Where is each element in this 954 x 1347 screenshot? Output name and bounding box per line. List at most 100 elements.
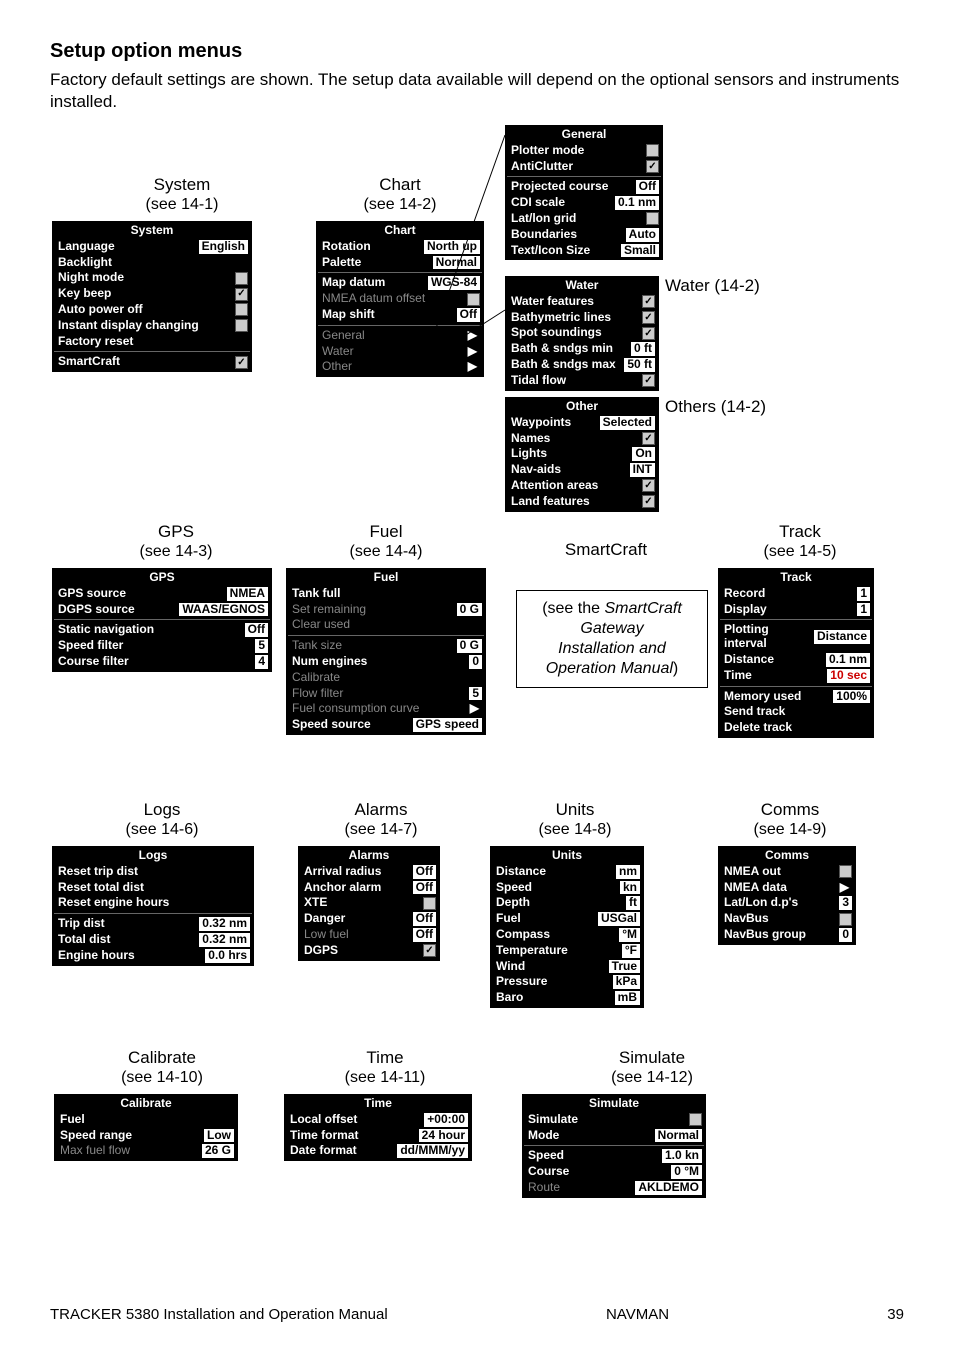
menu-row[interactable]: Course0 °M: [524, 1164, 704, 1180]
checkbox-icon[interactable]: [423, 944, 436, 957]
menu-row[interactable]: Spot soundings: [507, 325, 657, 341]
menu-row[interactable]: Nav-aidsINT: [507, 462, 657, 478]
menu-row[interactable]: Memory used100%: [720, 689, 872, 705]
checkbox-icon[interactable]: [235, 356, 248, 369]
menu-row[interactable]: Speed filter5: [54, 638, 270, 654]
menu-row[interactable]: Bath & sndgs max50 ft: [507, 357, 657, 373]
menu-row[interactable]: Anchor alarmOff: [300, 880, 438, 896]
menu-row[interactable]: AntiClutter: [507, 159, 661, 175]
menu-row[interactable]: Distancenm: [492, 864, 642, 880]
menu-row[interactable]: Flow filter5: [288, 686, 484, 702]
menu-row[interactable]: General▶: [318, 328, 482, 344]
menu-row[interactable]: Map datumWGS-84: [318, 275, 482, 291]
menu-row[interactable]: GPS sourceNMEA: [54, 586, 270, 602]
menu-row[interactable]: NMEA data▶: [720, 880, 854, 896]
checkbox-icon[interactable]: [839, 865, 852, 878]
menu-row[interactable]: PressurekPa: [492, 974, 642, 990]
menu-row[interactable]: Course filter4: [54, 654, 270, 670]
menu-row[interactable]: CDI scale0.1 nm: [507, 195, 661, 211]
checkbox-icon[interactable]: [235, 319, 248, 332]
menu-row[interactable]: Water▶: [318, 344, 482, 360]
menu-row[interactable]: Distance0.1 nm: [720, 652, 872, 668]
menu-row[interactable]: BaromB: [492, 990, 642, 1006]
menu-row[interactable]: FuelUSGal: [492, 911, 642, 927]
menu-row[interactable]: Speedkn: [492, 880, 642, 896]
menu-row[interactable]: Reset total dist: [54, 880, 252, 896]
menu-row[interactable]: Calibrate: [288, 670, 484, 686]
menu-row[interactable]: Bath & sndgs min0 ft: [507, 341, 657, 357]
menu-row[interactable]: DangerOff: [300, 911, 438, 927]
menu-row[interactable]: Tidal flow: [507, 373, 657, 389]
menu-row[interactable]: NavBus group0: [720, 927, 854, 943]
checkbox-icon[interactable]: [642, 495, 655, 508]
menu-row[interactable]: Other▶: [318, 359, 482, 375]
menu-row[interactable]: Lat/lon grid: [507, 211, 661, 227]
menu-row[interactable]: NMEA out: [720, 864, 854, 880]
checkbox-icon[interactable]: [646, 212, 659, 225]
menu-row[interactable]: XTE: [300, 895, 438, 911]
menu-row[interactable]: Auto power off: [54, 302, 250, 318]
menu-row[interactable]: Tank full: [288, 586, 484, 602]
menu-row[interactable]: SmartCraft: [54, 354, 250, 370]
menu-row[interactable]: Delete track: [720, 720, 872, 736]
menu-row[interactable]: Fuel consumption curve▶: [288, 701, 484, 717]
menu-row[interactable]: Plotting intervalDistance: [720, 622, 872, 652]
menu-row[interactable]: Projected courseOff: [507, 179, 661, 195]
menu-row[interactable]: Compass°M: [492, 927, 642, 943]
checkbox-icon[interactable]: [642, 479, 655, 492]
menu-row[interactable]: Record1: [720, 586, 872, 602]
menu-row[interactable]: Date formatdd/MMM/yy: [286, 1143, 470, 1159]
menu-row[interactable]: Clear used: [288, 617, 484, 633]
menu-row[interactable]: Map shiftOff: [318, 307, 482, 323]
checkbox-icon[interactable]: [423, 897, 436, 910]
menu-row[interactable]: Speed sourceGPS speed: [288, 717, 484, 733]
checkbox-icon[interactable]: [642, 311, 655, 324]
menu-row[interactable]: BoundariesAuto: [507, 227, 661, 243]
menu-row[interactable]: Tank size0 G: [288, 638, 484, 654]
menu-row[interactable]: DGPS: [300, 943, 438, 959]
menu-row[interactable]: Key beep: [54, 286, 250, 302]
checkbox-icon[interactable]: [642, 432, 655, 445]
menu-row[interactable]: Num engines0: [288, 654, 484, 670]
menu-row[interactable]: ModeNormal: [524, 1128, 704, 1144]
menu-row[interactable]: RotationNorth up: [318, 239, 482, 255]
checkbox-icon[interactable]: [235, 303, 248, 316]
menu-row[interactable]: Night mode: [54, 270, 250, 286]
menu-row[interactable]: Factory reset: [54, 334, 250, 350]
menu-row[interactable]: Text/Icon SizeSmall: [507, 243, 661, 259]
menu-row[interactable]: Instant display changing: [54, 318, 250, 334]
menu-row[interactable]: Total dist0.32 nm: [54, 932, 252, 948]
menu-row[interactable]: Time10 sec: [720, 668, 872, 684]
checkbox-icon[interactable]: [642, 295, 655, 308]
menu-row[interactable]: PaletteNormal: [318, 255, 482, 271]
checkbox-icon[interactable]: [642, 327, 655, 340]
checkbox-icon[interactable]: [467, 293, 480, 306]
menu-row[interactable]: Simulate: [524, 1112, 704, 1128]
menu-row[interactable]: Depthft: [492, 895, 642, 911]
menu-row[interactable]: Lat/Lon d.p's3: [720, 895, 854, 911]
menu-row[interactable]: Bathymetric lines: [507, 310, 657, 326]
menu-row[interactable]: Land features: [507, 494, 657, 510]
menu-row[interactable]: Attention areas: [507, 478, 657, 494]
menu-row[interactable]: Engine hours0.0 hrs: [54, 948, 252, 964]
checkbox-icon[interactable]: [839, 913, 852, 926]
menu-row[interactable]: LanguageEnglish: [54, 239, 250, 255]
menu-row[interactable]: Speed1.0 kn: [524, 1148, 704, 1164]
menu-row[interactable]: Reset engine hours: [54, 895, 252, 911]
menu-row[interactable]: RouteAKLDEMO: [524, 1180, 704, 1196]
checkbox-icon[interactable]: [235, 288, 248, 301]
menu-row[interactable]: WaypointsSelected: [507, 415, 657, 431]
checkbox-icon[interactable]: [689, 1113, 702, 1126]
menu-row[interactable]: Reset trip dist: [54, 864, 252, 880]
menu-row[interactable]: Send track: [720, 704, 872, 720]
checkbox-icon[interactable]: [646, 144, 659, 157]
menu-row[interactable]: Trip dist0.32 nm: [54, 916, 252, 932]
menu-row[interactable]: Local offset+00:00: [286, 1112, 470, 1128]
checkbox-icon[interactable]: [646, 160, 659, 173]
menu-row[interactable]: WindTrue: [492, 959, 642, 975]
menu-row[interactable]: Water features: [507, 294, 657, 310]
menu-row[interactable]: DGPS sourceWAAS/EGNOS: [54, 602, 270, 618]
menu-row[interactable]: Max fuel flow26 G: [56, 1143, 236, 1159]
menu-row[interactable]: Arrival radiusOff: [300, 864, 438, 880]
menu-row[interactable]: Temperature°F: [492, 943, 642, 959]
